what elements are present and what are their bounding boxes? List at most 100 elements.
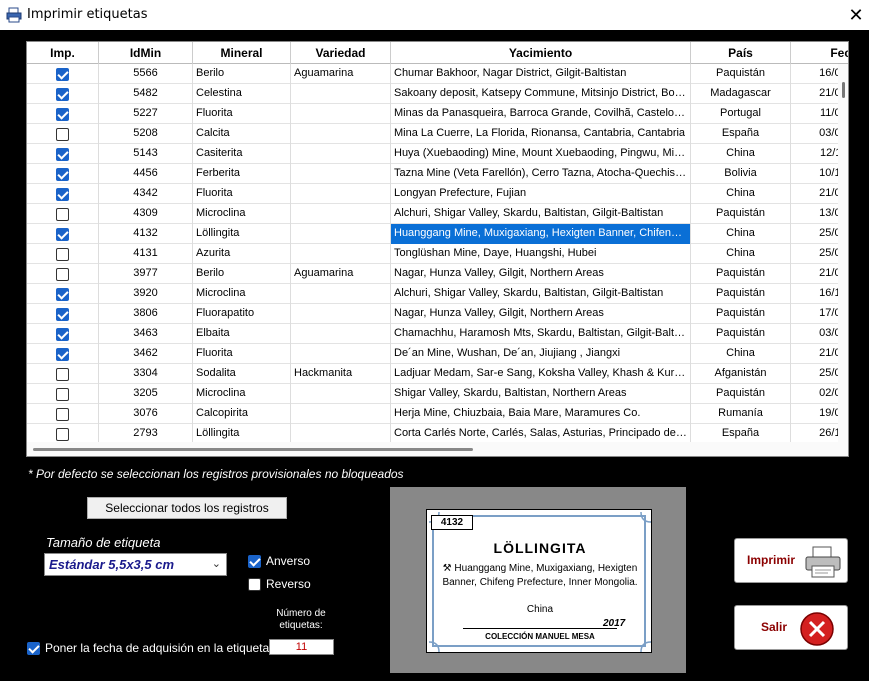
variety-cell[interactable] [291,404,391,424]
locality-cell[interactable]: Huya (Xuebaoding) Mine, Mount Xuebaoding… [391,144,691,164]
print-cell[interactable] [27,284,99,304]
table-row[interactable]: 3463 Elbaita Chamachhu, Haramosh Mts, Skar… [27,324,848,344]
country-cell[interactable]: Paquistán [691,264,791,284]
print-cell[interactable] [27,84,99,104]
table-row[interactable]: 5482 Celestina Sakoany deposit, Katsepy Co… [27,84,848,104]
variety-cell[interactable] [291,184,391,204]
id-cell[interactable]: 4309 [99,204,193,224]
variety-cell[interactable] [291,204,391,224]
table-row[interactable]: 3806 Fluorapatito Nagar, Hunza Valley, Gil… [27,304,848,324]
print-checkbox[interactable] [56,187,69,201]
variety-cell[interactable] [291,384,391,404]
column-header[interactable]: IdMin [99,42,193,64]
acquisition-date-option[interactable]: Poner la fecha de adquisión en la etique… [27,641,269,655]
select-all-button[interactable]: Seleccionar todos los registros [87,497,287,519]
variety-cell[interactable] [291,224,391,244]
variety-cell[interactable] [291,124,391,144]
print-checkbox[interactable] [56,247,69,261]
locality-cell[interactable]: Ladjuar Medam, Sar-e Sang, Koksha Valley… [391,364,691,384]
print-checkbox[interactable] [56,387,69,401]
id-cell[interactable]: 3304 [99,364,193,384]
table-row[interactable]: 3205 Microclina Shigar Valley, Skardu, Bal… [27,384,848,404]
country-cell[interactable]: Rumanía [691,404,791,424]
anverso-checkbox[interactable] [248,554,261,568]
print-checkbox[interactable] [56,407,69,421]
column-header[interactable]: Mineral [193,42,291,64]
print-cell[interactable] [27,144,99,164]
id-cell[interactable]: 3462 [99,344,193,364]
mineral-cell[interactable]: Berilo [193,264,291,284]
locality-cell[interactable]: Sakoany deposit, Katsepy Commune, Mitsin… [391,84,691,104]
id-cell[interactable]: 4456 [99,164,193,184]
variety-cell[interactable]: Aguamarina [291,264,391,284]
column-header[interactable]: País [691,42,791,64]
print-cell[interactable] [27,344,99,364]
mineral-cell[interactable]: Ferberita [193,164,291,184]
table-row[interactable]: 3462 Fluorita De´an Mine, Wushan, De´an, J… [27,344,848,364]
id-cell[interactable]: 5566 [99,64,193,84]
variety-cell[interactable] [291,84,391,104]
print-cell[interactable] [27,104,99,124]
locality-cell[interactable]: Longyan Prefecture, Fujian [391,184,691,204]
print-cell[interactable] [27,424,99,444]
variety-cell[interactable] [291,424,391,444]
mineral-cell[interactable]: Berilo [193,64,291,84]
mineral-cell[interactable]: Fluorita [193,344,291,364]
print-cell[interactable] [27,304,99,324]
print-checkbox[interactable] [56,147,69,161]
horizontal-scrollbar[interactable] [27,442,848,456]
vertical-scroll-thumb[interactable] [842,82,845,98]
variety-cell[interactable]: Hackmanita [291,364,391,384]
country-cell[interactable]: Paquistán [691,384,791,404]
locality-cell[interactable]: Minas da Panasqueira, Barroca Grande, Co… [391,104,691,124]
print-checkbox[interactable] [56,347,69,361]
print-checkbox[interactable] [56,87,69,101]
locality-cell[interactable]: Chumar Bakhoor, Nagar District, Gilgit-B… [391,64,691,84]
table-row[interactable]: 2793 Löllingita Corta Carlés Norte, Carlés… [27,424,848,444]
label-count-input[interactable]: 11 [269,639,334,655]
acquisition-date-checkbox[interactable] [27,641,40,655]
label-size-select[interactable]: Estándar 5,5x3,5 cm ⌄ [44,553,227,576]
country-cell[interactable]: China [691,344,791,364]
print-button[interactable]: Imprimir [734,538,848,583]
print-checkbox[interactable] [56,307,69,321]
print-checkbox[interactable] [56,107,69,121]
print-cell[interactable] [27,184,99,204]
mineral-cell[interactable]: Fluorita [193,184,291,204]
print-cell[interactable] [27,164,99,184]
column-header[interactable]: Variedad [291,42,391,64]
id-cell[interactable]: 5143 [99,144,193,164]
mineral-cell[interactable]: Elbaita [193,324,291,344]
id-cell[interactable]: 4131 [99,244,193,264]
variety-cell[interactable] [291,344,391,364]
table-row[interactable]: 4456 Ferberita Tazna Mine (Veta Farellón),… [27,164,848,184]
print-checkbox[interactable] [56,167,69,181]
mineral-cell[interactable]: Microclina [193,204,291,224]
country-cell[interactable]: China [691,244,791,264]
id-cell[interactable]: 3205 [99,384,193,404]
country-cell[interactable]: España [691,124,791,144]
locality-cell[interactable]: Alchuri, Shigar Valley, Skardu, Baltista… [391,204,691,224]
locality-cell[interactable]: Shigar Valley, Skardu, Baltistan, Northe… [391,384,691,404]
country-cell[interactable]: Paquistán [691,324,791,344]
print-cell[interactable] [27,64,99,84]
variety-cell[interactable] [291,164,391,184]
table-row[interactable]: 3920 Microclina Alchuri, Shigar Valley, Sk… [27,284,848,304]
locality-cell[interactable]: Corta Carlés Norte, Carlés, Salas, Astur… [391,424,691,444]
locality-cell[interactable]: Huanggang Mine, Muxigaxiang, Hexigten Ba… [391,224,691,244]
mineral-cell[interactable]: Casiterita [193,144,291,164]
table-row[interactable]: 3304 Sodalita Hackmanita Ladjuar Medam, Sar… [27,364,848,384]
variety-cell[interactable] [291,244,391,264]
country-cell[interactable]: España [691,424,791,444]
variety-cell[interactable] [291,144,391,164]
locality-cell[interactable]: Tazna Mine (Veta Farellón), Cerro Tazna,… [391,164,691,184]
id-cell[interactable]: 5208 [99,124,193,144]
print-checkbox[interactable] [56,127,69,141]
mineral-cell[interactable]: Microclina [193,384,291,404]
country-cell[interactable]: Paquistán [691,304,791,324]
print-cell[interactable] [27,384,99,404]
id-cell[interactable]: 3806 [99,304,193,324]
print-cell[interactable] [27,364,99,384]
column-header[interactable]: Yacimiento [391,42,691,64]
print-cell[interactable] [27,324,99,344]
